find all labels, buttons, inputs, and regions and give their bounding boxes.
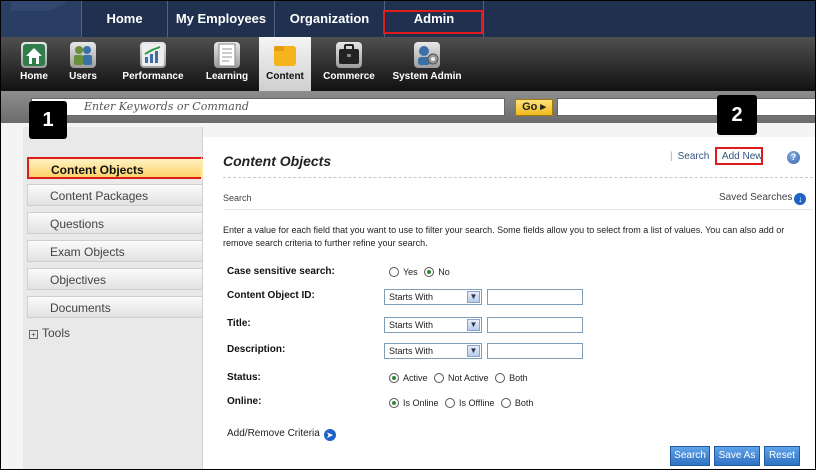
module-label: Home xyxy=(20,71,48,82)
nav-left-strip xyxy=(1,1,81,37)
keyword-command-input[interactable]: Enter Keywords or Command xyxy=(31,98,505,116)
status-radios: Active Not Active Both xyxy=(389,373,532,383)
nav-my-employees[interactable]: My Employees xyxy=(167,1,274,37)
module-system-admin[interactable]: System Admin xyxy=(391,37,463,91)
chevron-down-icon[interactable]: ▼ xyxy=(467,345,480,357)
module-label: Commerce xyxy=(323,71,375,82)
title-input[interactable] xyxy=(487,317,583,333)
saved-searches[interactable]: Saved Searches ↓ xyxy=(719,192,807,205)
sidebar-item-documents[interactable]: Documents xyxy=(27,296,203,318)
title-operator[interactable]: Starts With ▼ xyxy=(384,317,482,333)
main-panel: Content Objects | Search | Add New ? Search… xyxy=(203,137,815,469)
top-nav: Home My Employees Organization Admin xyxy=(1,1,815,37)
chevron-down-icon[interactable]: ▼ xyxy=(467,291,480,303)
status-active-radio[interactable] xyxy=(389,373,399,383)
status-not-active-radio[interactable] xyxy=(434,373,445,383)
document-icon xyxy=(214,42,240,68)
instructions-text: Enter a value for each field that you wa… xyxy=(223,225,785,248)
module-learning[interactable]: Learning xyxy=(201,37,253,91)
nav-organization[interactable]: Organization xyxy=(274,1,384,37)
case-sensitive-radios: Yes No xyxy=(389,267,454,277)
status-label: Status: xyxy=(227,372,261,383)
search-button[interactable]: Search xyxy=(670,446,710,466)
content-object-id-operator[interactable]: Starts With ▼ xyxy=(384,289,482,305)
admin-gear-icon xyxy=(414,42,440,68)
admin-highlight-box xyxy=(383,10,483,34)
step-badge-1: 1 xyxy=(29,101,67,139)
arrow-right-icon[interactable]: ➤ xyxy=(323,429,336,441)
chevron-down-icon[interactable]: ▼ xyxy=(467,319,480,331)
module-performance[interactable]: Performance xyxy=(115,37,191,91)
command-bar-extension xyxy=(557,98,815,116)
content-sidebar: Content Objects Content Packages Questio… xyxy=(23,127,205,469)
module-label: Performance xyxy=(122,71,184,82)
reset-button[interactable]: Reset xyxy=(764,446,800,466)
help-icon[interactable]: ? xyxy=(787,151,800,164)
nav-home[interactable]: Home xyxy=(81,1,167,37)
saved-searches-label: Saved Searches xyxy=(719,192,793,203)
briefcase-icon xyxy=(336,42,362,68)
save-as-button[interactable]: Save As xyxy=(714,446,760,466)
users-icon xyxy=(70,42,96,68)
sidebar-item-objectives[interactable]: Objectives xyxy=(27,268,203,290)
add-remove-criteria[interactable]: Add/Remove Criteria ➤ xyxy=(227,428,336,441)
sidebar-item-exam-objects[interactable]: Exam Objects xyxy=(27,240,203,262)
module-home[interactable]: Home xyxy=(19,37,49,91)
module-label: System Admin xyxy=(392,71,462,82)
chart-icon xyxy=(140,42,166,68)
description-label: Description: xyxy=(227,344,286,355)
go-button[interactable]: Go ▸ xyxy=(515,99,553,116)
section-label: Search xyxy=(223,193,252,203)
sidebar-item-questions[interactable]: Questions xyxy=(27,212,203,234)
module-label: Content xyxy=(266,71,304,82)
case-no-radio[interactable] xyxy=(424,267,435,277)
description-operator[interactable]: Starts With ▼ xyxy=(384,343,482,359)
online-both-radio[interactable] xyxy=(500,398,511,408)
expand-plus-icon[interactable]: + xyxy=(29,330,38,339)
sidebar-item-content-objects[interactable]: Content Objects xyxy=(27,157,203,179)
module-label: Users xyxy=(69,71,97,82)
divider xyxy=(223,209,813,210)
case-sensitive-label: Case sensitive search: xyxy=(227,266,335,277)
title-label: Title: xyxy=(227,318,251,329)
app-window: Home My Employees Organization Admin Hom… xyxy=(0,0,816,470)
step-badge-2: 2 xyxy=(717,95,757,135)
online-radios: Is Online Is Offline Both xyxy=(389,398,537,408)
online-label: Online: xyxy=(227,396,262,407)
sidebar-tools[interactable]: + Tools xyxy=(29,323,205,343)
case-yes-radio[interactable] xyxy=(389,267,399,277)
chevron-down-icon[interactable]: ↓ xyxy=(794,193,807,205)
online-is-offline-radio[interactable] xyxy=(445,398,456,408)
command-bar: Enter Keywords or Command Go ▸ xyxy=(1,91,815,123)
nav-decor xyxy=(11,1,81,11)
module-commerce[interactable]: Commerce xyxy=(319,37,379,91)
folder-icon xyxy=(272,42,298,68)
content-object-id-label: Content Object ID: xyxy=(227,290,315,301)
online-is-online-radio[interactable] xyxy=(389,398,399,408)
status-both-radio[interactable] xyxy=(495,373,506,383)
module-label: Learning xyxy=(205,71,249,82)
tools-label: Tools xyxy=(42,326,71,340)
search-link[interactable]: Search xyxy=(678,151,710,162)
add-new-highlight-box xyxy=(715,147,763,165)
module-icon-bar: Home Users Performance Learning Content xyxy=(1,37,815,91)
module-content[interactable]: Content xyxy=(259,37,311,91)
page-title: Content Objects xyxy=(223,153,332,169)
divider xyxy=(223,177,813,178)
description-input[interactable] xyxy=(487,343,583,359)
house-icon xyxy=(21,42,47,68)
module-users[interactable]: Users xyxy=(63,37,103,91)
content-object-id-input[interactable] xyxy=(487,289,583,305)
sidebar-item-content-packages[interactable]: Content Packages xyxy=(27,184,203,206)
